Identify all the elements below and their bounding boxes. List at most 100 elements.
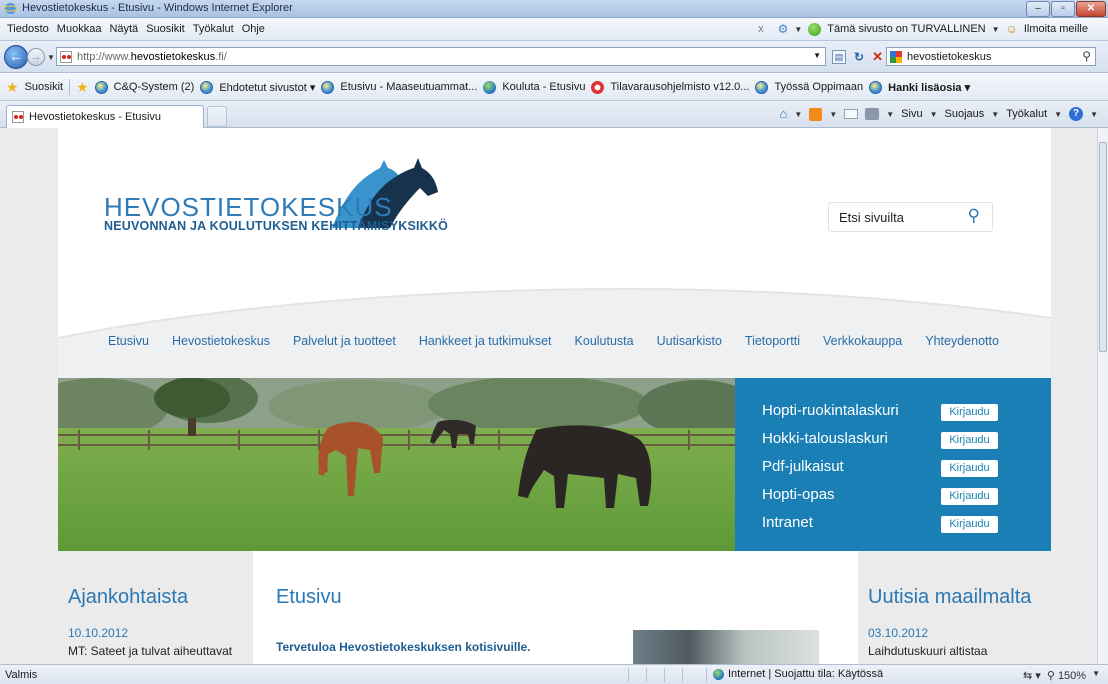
chevron-down-icon[interactable]: ▼ (1090, 110, 1098, 119)
add-favorites-icon[interactable]: ★ (76, 80, 89, 94)
section-heading: Uutisia maailmalta (868, 586, 1032, 608)
news-headline[interactable]: Laihdutuskuuri altistaa (868, 644, 987, 658)
world-news-column: Uutisia maailmalta 03.10.2012 Laihdutusk… (858, 551, 1051, 664)
chevron-down-icon[interactable]: ▼ (794, 25, 802, 34)
favorite-link-tyossa[interactable]: Työssä Oppimaan (774, 81, 863, 93)
tools-menu[interactable]: Työkalut (1006, 108, 1047, 120)
favorite-link-kouluta[interactable]: Kouluta - Etusivu (502, 81, 585, 93)
rss-icon[interactable] (809, 107, 823, 121)
favorite-link-suggested[interactable]: Ehdotetut sivustot ▾ (219, 81, 315, 94)
url-dropdown-icon[interactable]: ▼ (813, 51, 821, 60)
status-bar: Valmis Internet | Suojattu tila: Käytöss… (0, 664, 1108, 684)
service-name[interactable]: Intranet (762, 514, 813, 531)
login-button[interactable]: Kirjaudu (941, 460, 998, 477)
menu-edit[interactable]: Muokkaa (57, 23, 102, 35)
scrollbar-thumb[interactable] (1099, 142, 1107, 352)
news-date: 03.10.2012 (868, 626, 929, 640)
menu-view[interactable]: Näytä (109, 23, 138, 35)
favorite-link-cq[interactable]: C&Q-System (2) (114, 81, 195, 93)
service-name[interactable]: Hokki-talouslaskuri (762, 430, 888, 447)
protected-mode-icon[interactable]: ⇆ ▾ (1023, 669, 1041, 682)
security-zone-text[interactable]: Internet | Suojattu tila: Käytössä (728, 668, 883, 680)
vertical-scrollbar[interactable] (1097, 128, 1108, 664)
login-button[interactable]: Kirjaudu (941, 488, 998, 505)
chevron-down-icon[interactable]: ▼ (1092, 669, 1100, 682)
refresh-icon[interactable]: ↻ (854, 50, 864, 64)
page-viewport: HEVOSTIETOKESKUS NEUVONNAN JA KOULUTUKSE… (0, 128, 1097, 664)
chevron-down-icon[interactable]: ▼ (1054, 110, 1062, 119)
menu-file[interactable]: Tiedosto (7, 23, 49, 35)
page-title: Etusivu (276, 586, 342, 608)
get-addons-link[interactable]: Hanki lisäosia ▾ (888, 81, 970, 94)
search-provider-icon[interactable] (890, 51, 902, 63)
favorites-button[interactable]: Suosikit (25, 81, 64, 93)
divider (664, 668, 665, 682)
nav-koulutusta[interactable]: Koulutusta (575, 334, 634, 348)
service-row: Hokki-talouslaskuri Kirjaudu (762, 429, 1012, 453)
ie-page-icon (321, 80, 335, 94)
nav-etusivu[interactable]: Etusivu (108, 334, 149, 348)
security-status[interactable]: Tämä sivusto on TURVALLINEN (827, 23, 985, 35)
service-name[interactable]: Hopti-opas (762, 486, 835, 503)
chevron-down-icon[interactable]: ▼ (829, 110, 837, 119)
wot-icon[interactable]: ⚙ (778, 22, 789, 36)
tab-active[interactable]: Hevostietokeskus - Etusivu (6, 105, 204, 128)
favorite-link-tilavaraus[interactable]: Tilavarausohjelmisto v12.0... (610, 81, 749, 93)
menu-tools[interactable]: Työkalut (193, 23, 234, 35)
nav-hevostietokeskus[interactable]: Hevostietokeskus (172, 334, 270, 348)
menu-help[interactable]: Ohje (242, 23, 265, 35)
service-row: Hopti-ruokintalaskuri Kirjaudu (762, 401, 1012, 425)
report-link[interactable]: Ilmoita meille (1024, 23, 1088, 35)
page-menu[interactable]: Sivu (901, 108, 922, 120)
compatibility-view-icon[interactable]: ▤ (832, 50, 846, 64)
chevron-down-icon[interactable]: ▼ (886, 110, 894, 119)
print-icon[interactable] (865, 108, 880, 120)
close-button[interactable]: ✕ (1076, 1, 1106, 17)
site-header: HEVOSTIETOKESKUS NEUVONNAN JA KOULUTUKSE… (58, 128, 1051, 378)
new-tab-button[interactable] (207, 106, 227, 127)
zoom-level[interactable]: ⚲ 150% (1047, 669, 1086, 682)
chevron-down-icon[interactable]: ▼ (794, 110, 802, 119)
nav-tietoportti[interactable]: Tietoportti (745, 334, 800, 348)
forward-button[interactable]: → (27, 48, 45, 66)
site-search-input[interactable]: Etsi sivuilta ⚲ (828, 202, 993, 232)
history-dropdown-icon[interactable]: ▼ (47, 53, 55, 62)
article-thumbnail-image[interactable] (633, 630, 819, 664)
mail-icon[interactable] (844, 109, 859, 119)
site-favicon (60, 51, 72, 63)
nav-uutisarkisto[interactable]: Uutisarkisto (657, 334, 722, 348)
maximize-button[interactable]: ▫ (1051, 1, 1075, 17)
search-icon[interactable]: ⚲ (1082, 49, 1091, 63)
service-name[interactable]: Hopti-ruokintalaskuri (762, 402, 899, 419)
stop-icon[interactable]: ✕ (872, 49, 883, 65)
nav-verkkokauppa[interactable]: Verkkokauppa (823, 334, 902, 348)
home-icon[interactable]: ⌂ (780, 107, 788, 120)
url-domain: hevostietokeskus (130, 51, 216, 63)
chevron-down-icon[interactable]: ▼ (991, 110, 999, 119)
nav-hankkeet[interactable]: Hankkeet ja tutkimukset (419, 334, 552, 348)
service-row: Pdf-julkaisut Kirjaudu (762, 457, 1012, 481)
login-button[interactable]: Kirjaudu (941, 516, 998, 533)
chevron-down-icon[interactable]: ▼ (992, 25, 1000, 34)
favorites-star-icon[interactable]: ★ (6, 80, 19, 94)
chevron-down-icon[interactable]: ▼ (930, 110, 938, 119)
header-wave-decoration (58, 288, 1051, 378)
service-name[interactable]: Pdf-julkaisut (762, 458, 844, 475)
search-icon[interactable]: ⚲ (968, 206, 980, 226)
url-input[interactable]: http://www.hevostietokeskus.fi/ ▼ (56, 47, 826, 66)
help-icon[interactable]: ? (1069, 107, 1084, 121)
nav-yhteydenotto[interactable]: Yhteydenotto (925, 334, 999, 348)
search-input[interactable]: hevostietokeskus ⚲ (886, 47, 1096, 66)
safety-menu[interactable]: Suojaus (945, 108, 985, 120)
menu-favorites[interactable]: Suosikit (146, 23, 185, 35)
login-button[interactable]: Kirjaudu (941, 404, 998, 421)
minimize-button[interactable]: – (1026, 1, 1050, 17)
favorite-link-maaseutu[interactable]: Etusivu - Maaseutuammat... (340, 81, 477, 93)
news-headline[interactable]: MT: Sateet ja tulvat aiheuttavat (68, 644, 232, 658)
main-navigation: Etusivu Hevostietokeskus Palvelut ja tuo… (108, 334, 1022, 348)
login-button[interactable]: Kirjaudu (941, 432, 998, 449)
nav-palvelut[interactable]: Palvelut ja tuotteet (293, 334, 396, 348)
divider (682, 668, 683, 682)
toolbar-close-icon[interactable]: x (758, 23, 764, 35)
back-button[interactable]: ← (4, 45, 28, 69)
